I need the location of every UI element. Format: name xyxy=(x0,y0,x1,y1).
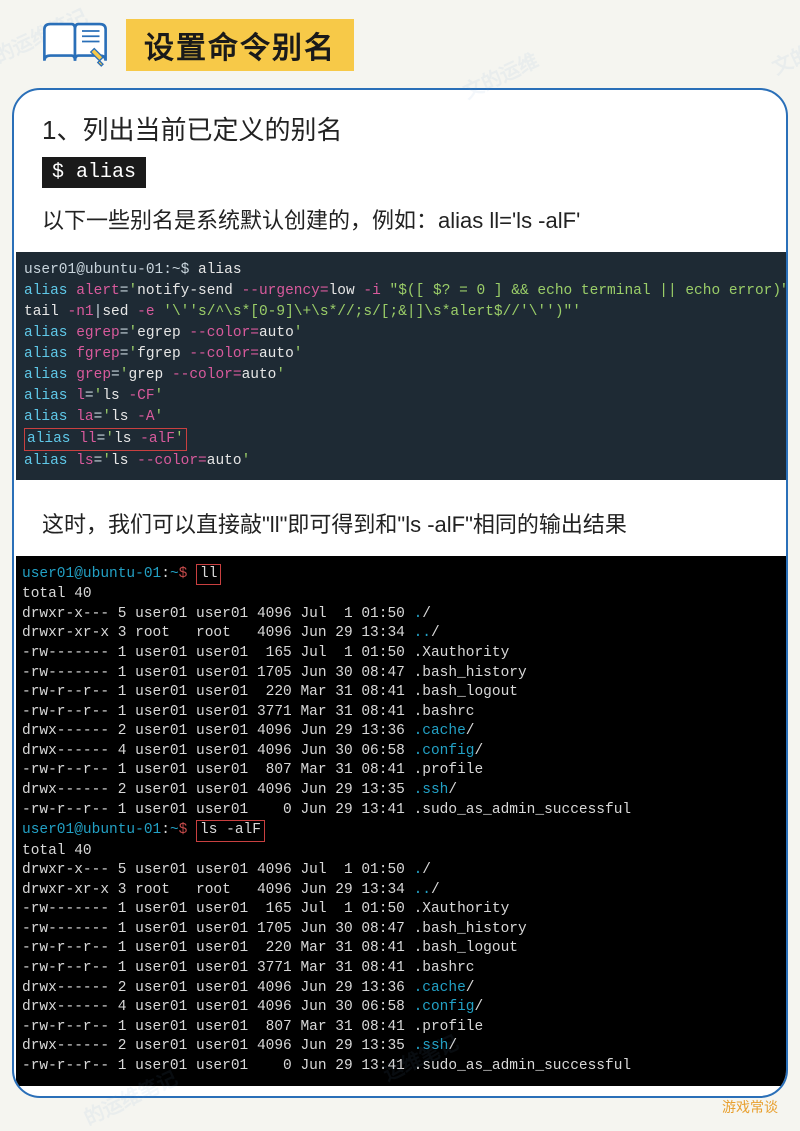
footer-tag: 游戏常谈 xyxy=(722,1097,778,1117)
terminal-output-ll: user01@ubuntu-01:~$ ll total 40 drwxr-x-… xyxy=(16,556,786,1087)
terminal-output-alias: user01@ubuntu-01:~$ alias alias alert='n… xyxy=(16,252,786,480)
section-heading: 1、列出当前已定义的别名 xyxy=(42,110,768,147)
mid-description: 这时，我们可以直接敲"ll"即可得到和"ls -alF"相同的输出结果 xyxy=(42,504,768,546)
section-description: 以下一些别名是系统默认创建的，例如：alias ll='ls -alF' xyxy=(42,200,768,242)
page-header: 设置命令别名 xyxy=(0,0,800,80)
content-card: 1、列出当前已定义的别名 $ alias 以下一些别名是系统默认创建的，例如：a… xyxy=(12,88,788,1098)
book-icon xyxy=(40,18,110,72)
page-title: 设置命令别名 xyxy=(126,19,354,71)
command-badge: $ alias xyxy=(42,157,146,188)
